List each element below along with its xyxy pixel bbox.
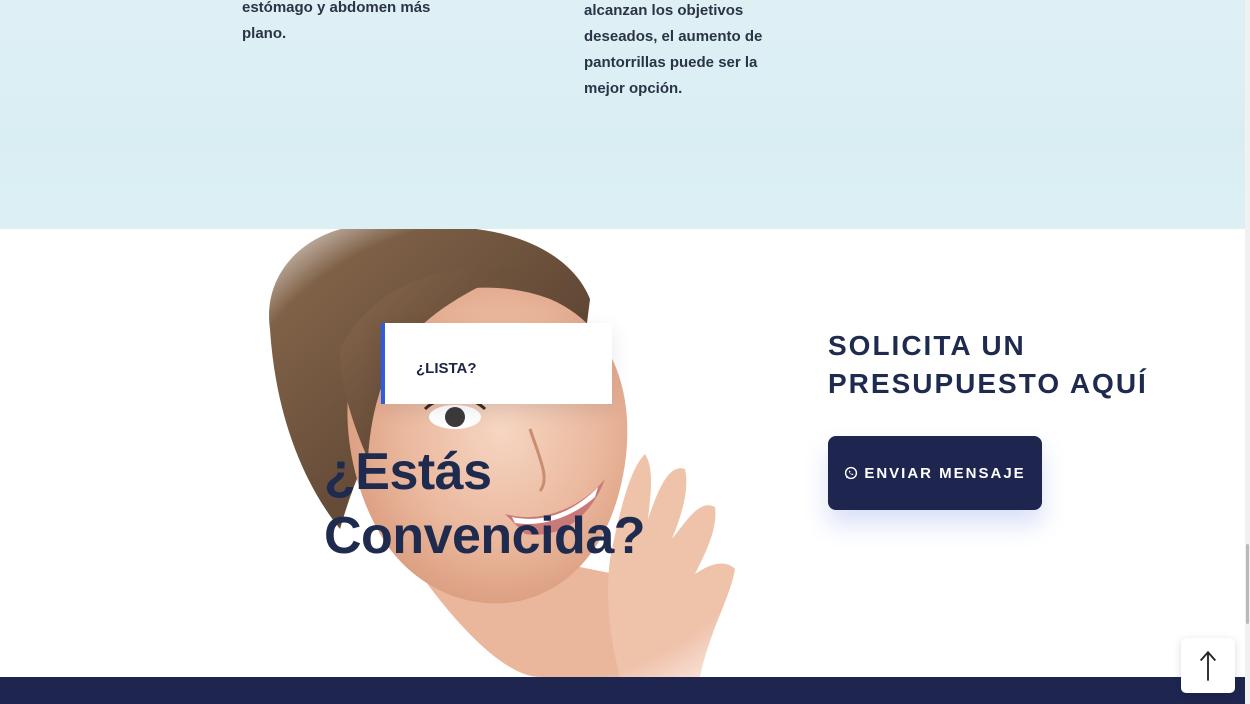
- arrow-up-icon: [1199, 650, 1217, 681]
- scrollbar-thumb[interactable]: [1246, 544, 1249, 624]
- send-message-label: ENVIAR MENSAJE: [864, 464, 1026, 482]
- features-section: estómago y abdomen más plano. alcanzan l…: [0, 0, 1245, 229]
- feature-text-right: alcanzan los objetivos deseados, el aume…: [584, 2, 763, 97]
- cta-title: SOLICITA UN PRESUPUESTO AQUÍ: [828, 330, 1148, 399]
- hero-heading: ¿Estás Convencida?: [324, 443, 646, 565]
- lista-label: ¿LISTA?: [416, 360, 477, 377]
- back-to-top-button[interactable]: [1181, 638, 1235, 693]
- scrollbar[interactable]: [1245, 0, 1250, 704]
- whatsapp-icon: [844, 466, 858, 480]
- footer-bar: [0, 677, 1250, 704]
- feature-text-left: estómago y abdomen más plano.: [242, 0, 431, 42]
- lista-card: ¿LISTA?: [381, 323, 612, 404]
- send-message-button[interactable]: ENVIAR MENSAJE: [828, 436, 1042, 510]
